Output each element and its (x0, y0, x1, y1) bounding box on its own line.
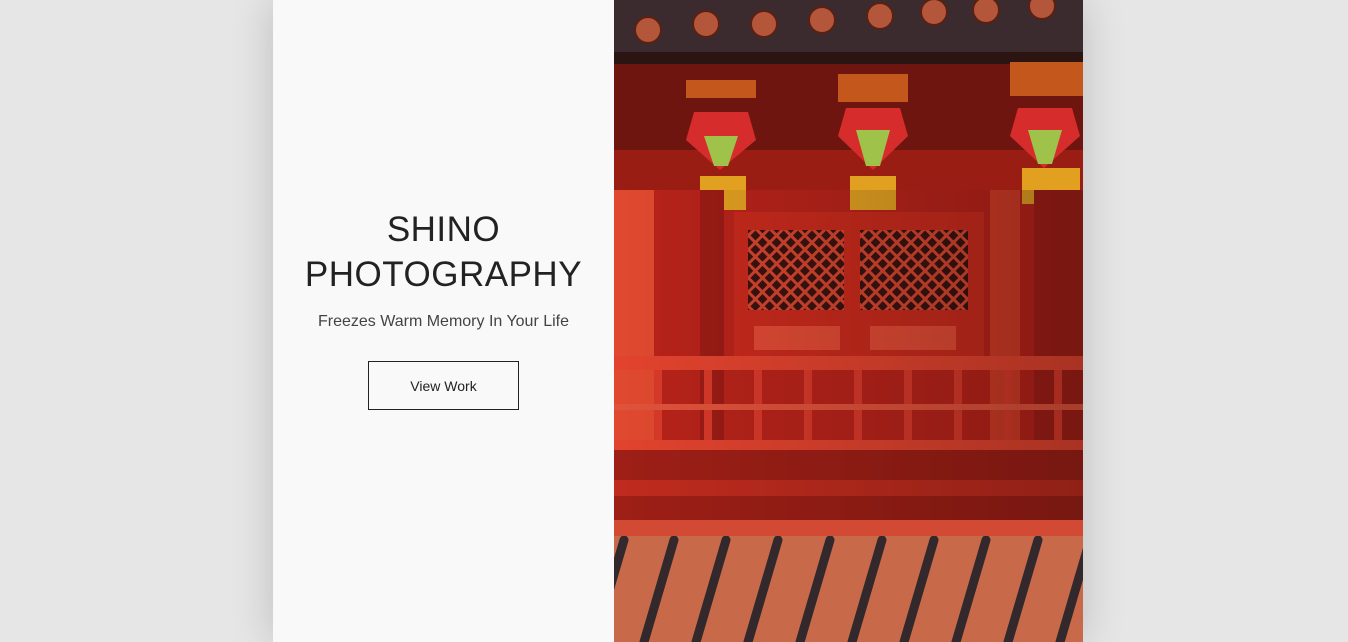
page: SHINO PHOTOGRAPHY Freezes Warm Memory In… (0, 0, 1348, 642)
temple-photo-illustration (614, 0, 1083, 642)
site-title-line2: PHOTOGRAPHY (304, 255, 583, 294)
tagline: Freezes Warm Memory In Your Life (317, 313, 570, 330)
view-work-button[interactable]: View Work (368, 361, 519, 410)
hero-text-panel: SHINO PHOTOGRAPHY Freezes Warm Memory In… (273, 0, 614, 642)
site-title: SHINO PHOTOGRAPHY (305, 207, 582, 297)
hero-photo (614, 0, 1083, 642)
site-title-line1: SHINO (386, 210, 501, 249)
hero-card: SHINO PHOTOGRAPHY Freezes Warm Memory In… (273, 0, 1083, 642)
